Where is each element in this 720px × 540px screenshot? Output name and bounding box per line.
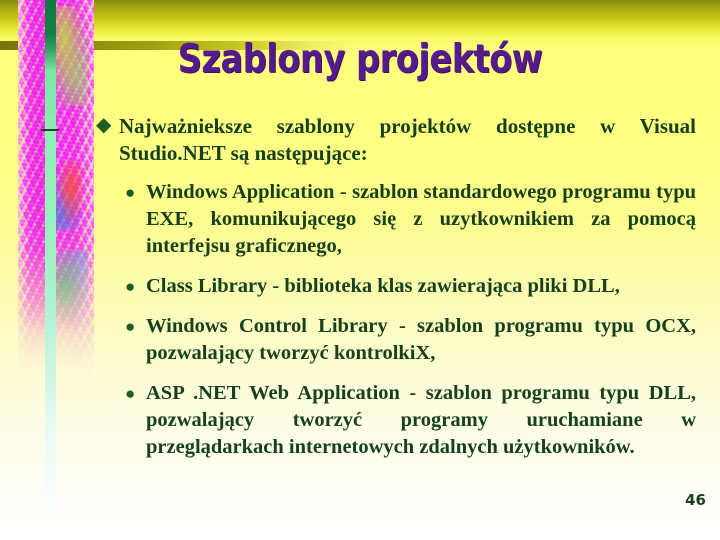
bullet-text: Windows Control Library - szablon progra…	[146, 315, 696, 364]
strip-blotch-red	[54, 160, 88, 230]
bullet-text: Class Library - biblioteka klas zawieraj…	[146, 275, 620, 297]
diamond-bullet-icon: ◆	[96, 114, 112, 136]
bullet-item-asp-net-web-application: ● ASP .NET Web Application - szablon pro…	[124, 380, 696, 461]
slide-title: Szablony projektów	[177, 37, 543, 82]
bullet-item-class-library: ● Class Library - biblioteka klas zawier…	[124, 273, 696, 300]
bullet-text: Windows Application - szablon standardow…	[146, 181, 696, 257]
disc-bullet-icon: ●	[125, 277, 136, 296]
disc-bullet-icon: ●	[125, 317, 136, 336]
slide-body: ◆ Najważniekszе szablony projektów dostę…	[96, 113, 696, 474]
bullet-text: ASP .NET Web Application - szablon progr…	[146, 382, 696, 458]
disc-bullet-icon: ●	[125, 183, 136, 202]
disc-bullet-icon: ●	[125, 384, 136, 403]
bullet-item-windows-application: ● Windows Application - szablon standard…	[124, 179, 696, 260]
slide-number: 46	[685, 491, 706, 509]
bullet-group-level2: ● Windows Application - szablon standard…	[124, 179, 696, 461]
bullet-item-level1: ◆ Najważniekszе szablony projektów dostę…	[96, 113, 696, 167]
bullet-item-windows-control-library: ● Windows Control Library - szablon prog…	[124, 313, 696, 367]
strip-dash-mark	[41, 129, 59, 131]
presentation-slide: Szablony projektów ◆ Najważniekszе szabl…	[0, 0, 720, 540]
bullet-text: Najważniekszе szablony projektów dostępn…	[119, 114, 696, 165]
strip-blotch-pale	[18, 300, 94, 420]
